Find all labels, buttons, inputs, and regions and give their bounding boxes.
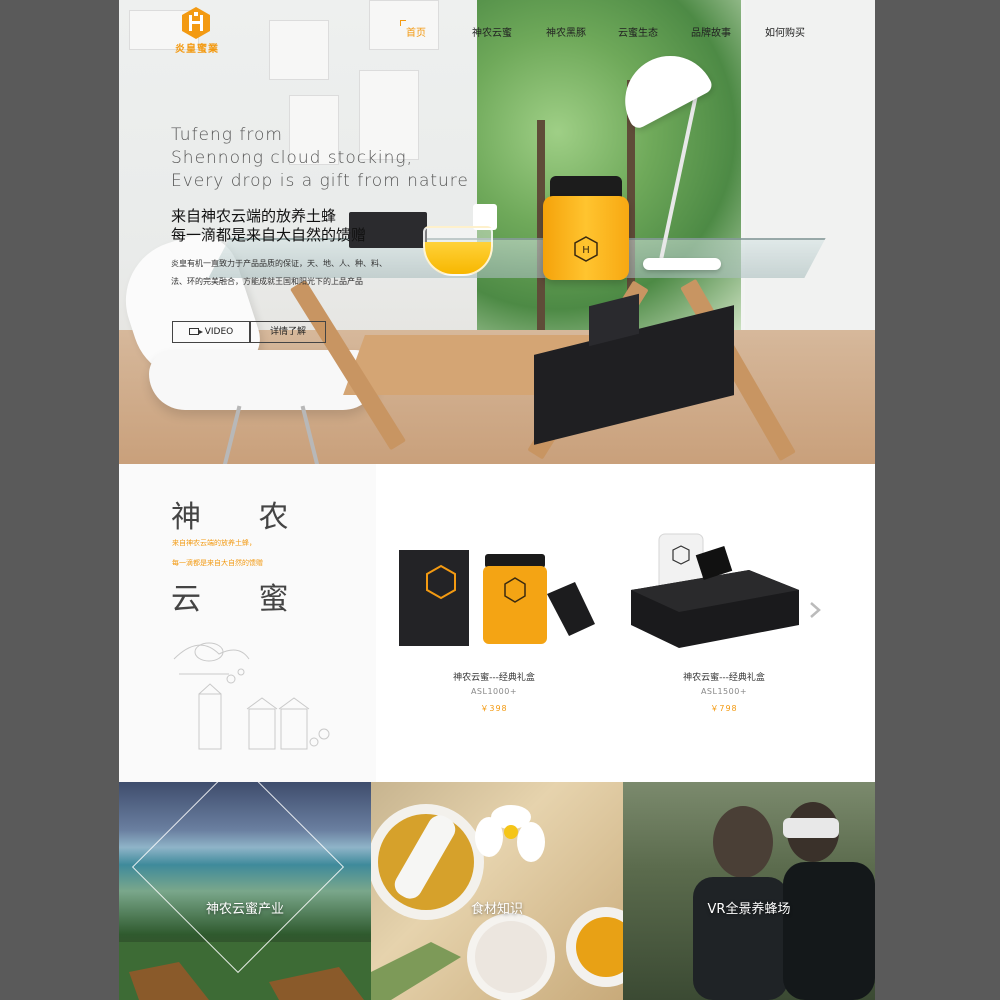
hero-description: 炎皇有机一直致力于产品品质的保证，天、地、人、种、料、 法、环的完美融合，方能成…: [171, 259, 387, 286]
beehive-sketch-icon: [173, 642, 330, 750]
section-title-bottom: 云 蜜: [171, 582, 313, 617]
honey-cup: [423, 226, 493, 276]
tile-label: VR全景养蜂场: [707, 902, 791, 917]
products-intro: 神 农 来自神农云端的放养土蜂， 每一滴都是来自大自然的馈赠 云 蜜: [119, 464, 376, 782]
hero-banner: H 炎皇蜜業 首页 神农云蜜 神农黑豚 云蜜生态 品牌故事 如何购买 Tufen…: [119, 0, 875, 464]
tile-label: 食材知识: [470, 902, 523, 917]
nav-item-home[interactable]: 首页: [400, 20, 426, 39]
jar-logo-icon: H: [574, 236, 598, 262]
product-image-2: [631, 533, 799, 648]
products-section: 神 农 来自神农云端的放养土蜂， 每一滴都是来自大自然的馈赠 云 蜜 神农云蜜-…: [119, 464, 875, 782]
category-tiles: 神农云蜜产业 食材知识 VR全景养蜂场: [119, 782, 875, 1000]
product-price: ￥398: [480, 704, 508, 713]
nav-item-how-to-buy[interactable]: 如何购买: [765, 24, 805, 39]
product-image-1: [399, 550, 595, 646]
product-card[interactable]: 神农云蜜---经典礼盒 ASL1000+ ￥398: [389, 464, 599, 782]
page: H 炎皇蜜業 首页 神农云蜜 神农黑豚 云蜜生态 品牌故事 如何购买 Tufen…: [119, 0, 875, 1000]
tile-vr-apiary[interactable]: VR全景养蜂场: [623, 782, 875, 1000]
product-code: ASL1500+: [700, 687, 748, 696]
lamp-base: [643, 258, 721, 270]
nav-item-black-pig[interactable]: 神农黑豚: [546, 24, 586, 39]
tile-food-knowledge[interactable]: 食材知识: [371, 782, 623, 1000]
section-note-1: 来自神农云端的放养土蜂，: [172, 539, 256, 547]
nav-item-ecology[interactable]: 云蜜生态: [618, 24, 658, 39]
product-code: ASL1000+: [470, 687, 518, 696]
hero-english-text: Tufeng from Shennong cloud stocking, Eve…: [171, 125, 469, 191]
video-camera-icon: [188, 328, 203, 335]
video-button[interactable]: VIDEO: [172, 321, 250, 343]
product-name[interactable]: 神农云蜜---经典礼盒: [389, 670, 599, 683]
window-view: [477, 0, 745, 330]
hero-chinese-title: 来自神农云端的放养土蜂 每一滴都是来自大自然的馈赠: [171, 207, 367, 244]
product-card[interactable]: 神农云蜜---经典礼盒 ASL1500+ ￥798: [619, 464, 829, 782]
svg-text:H: H: [582, 245, 590, 256]
nav-item-cloud-honey[interactable]: 神农云蜜: [472, 24, 512, 39]
section-title-top: 神 农: [171, 500, 313, 535]
product-name[interactable]: 神农云蜜---经典礼盒: [619, 670, 829, 683]
hexagon-logo-icon: [182, 7, 210, 39]
logo-text: 炎皇蜜業: [175, 44, 219, 55]
nav-item-brand-story[interactable]: 品牌故事: [691, 24, 731, 39]
product-price: ￥798: [710, 704, 738, 713]
section-note-2: 每一滴都是来自大自然的馈赠: [172, 559, 263, 567]
wall-sketch: [269, 20, 329, 80]
tile-honey-industry[interactable]: 神农云蜜产业: [119, 782, 371, 1000]
tile-label: 神农云蜜产业: [205, 902, 284, 917]
wall: [745, 0, 875, 360]
brand-logo[interactable]: 炎皇蜜業: [169, 6, 225, 58]
details-button[interactable]: 详情了解: [250, 321, 326, 343]
chevron-right-icon[interactable]: [807, 600, 823, 620]
